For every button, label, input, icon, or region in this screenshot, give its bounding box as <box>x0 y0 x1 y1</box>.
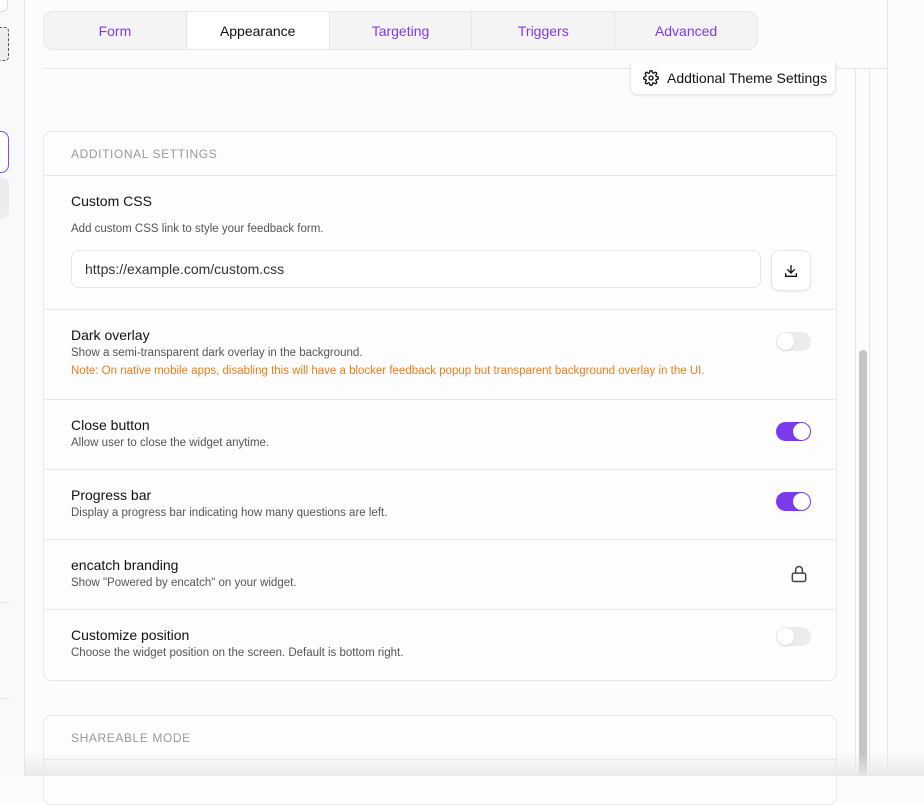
bottom-fade <box>25 752 924 776</box>
customize-position-toggle[interactable] <box>776 627 811 646</box>
row-title: Progress bar <box>71 487 809 503</box>
custom-css-input[interactable]: https://example.com/custom.css <box>71 250 761 288</box>
row-desc: Show a semi-transparent dark overlay in … <box>71 347 809 359</box>
divider <box>0 698 9 699</box>
tab-appearance[interactable]: Appearance <box>187 12 330 49</box>
row-desc: Add custom CSS link to style your feedba… <box>71 223 809 235</box>
gear-icon <box>643 70 659 86</box>
dark-overlay-row: Dark overlay Show a semi-transparent dar… <box>44 310 836 400</box>
additional-theme-settings-button[interactable]: Addtional Theme Settings <box>630 62 836 95</box>
row-desc: Allow user to close the widget anytime. <box>71 437 809 449</box>
additional-settings-card: ADDITIONAL SETTINGS Custom CSS Add custo… <box>43 131 837 681</box>
tab-form[interactable]: Form <box>44 12 187 49</box>
lock-icon <box>789 564 809 584</box>
divider <box>0 602 9 603</box>
sidebar-item-selected[interactable] <box>0 131 9 173</box>
download-icon <box>783 263 799 279</box>
row-desc: Display a progress bar indicating how ma… <box>71 507 809 519</box>
sidebar-item[interactable] <box>0 0 8 12</box>
close-button-row: Close button Allow user to close the wid… <box>44 400 836 470</box>
progress-bar-toggle[interactable] <box>776 492 811 511</box>
dark-overlay-toggle[interactable] <box>776 332 811 351</box>
tab-bar: Form Appearance Targeting Triggers Advan… <box>43 11 758 50</box>
customize-position-row: Customize position Choose the widget pos… <box>44 610 836 680</box>
divider <box>887 0 888 776</box>
row-note: Note: On native mobile apps, disabling t… <box>71 365 809 377</box>
row-title: Custom CSS <box>71 193 809 209</box>
tab-advanced[interactable]: Advanced <box>615 12 757 49</box>
sidebar-item[interactable] <box>0 27 9 61</box>
scrollbar-thumb[interactable] <box>859 350 867 776</box>
close-button-toggle[interactable] <box>776 422 811 441</box>
divider <box>869 68 870 776</box>
row-title: Close button <box>71 417 809 433</box>
row-title: encatch branding <box>71 557 809 573</box>
branding-row: encatch branding Show "Powered by encatc… <box>44 540 836 610</box>
progress-bar-row: Progress bar Display a progress bar indi… <box>44 470 836 540</box>
row-title: Customize position <box>71 627 809 643</box>
section-header: ADDITIONAL SETTINGS <box>44 132 836 176</box>
row-desc: Choose the widget position on the screen… <box>71 647 809 659</box>
tab-triggers[interactable]: Triggers <box>472 12 615 49</box>
custom-css-row: Custom CSS Add custom CSS link to style … <box>44 176 836 310</box>
theme-settings-label: Addtional Theme Settings <box>667 70 827 86</box>
left-sidebar <box>0 0 25 776</box>
download-button[interactable] <box>771 250 811 291</box>
row-desc: Show "Powered by encatch" on your widget… <box>71 577 809 589</box>
row-title: Dark overlay <box>71 327 809 343</box>
divider <box>855 68 856 776</box>
tab-targeting[interactable]: Targeting <box>330 12 473 49</box>
sidebar-item[interactable] <box>0 177 9 219</box>
